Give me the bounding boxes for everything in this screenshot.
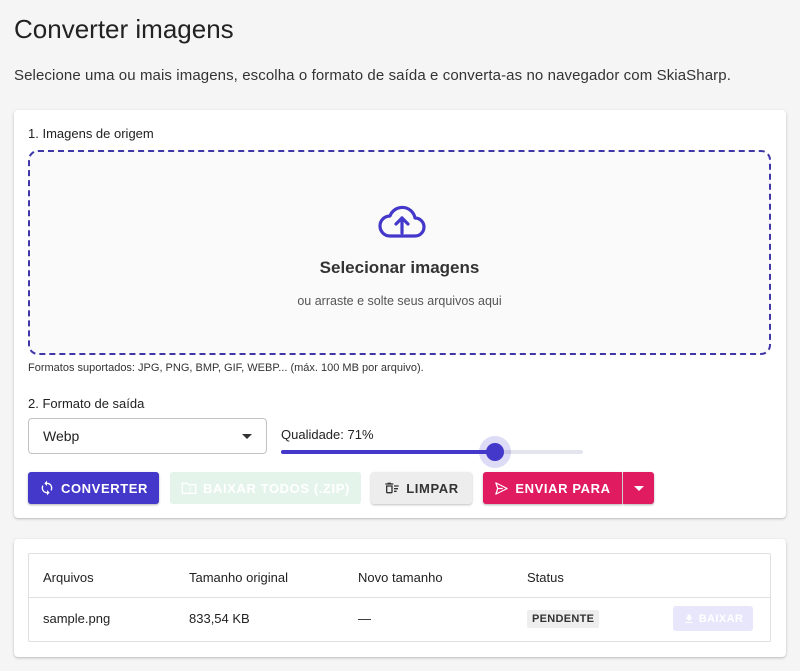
send-to-button[interactable]: ENVIAR PARA [483,472,622,504]
files-card: Arquivos Tamanho original Novo tamanho S… [14,539,786,657]
output-section-label: 2. Formato de saída [28,396,145,411]
converter-card: 1. Imagens de origem Selecionar imagens … [14,110,786,518]
output-format-select[interactable]: Webp [28,418,267,454]
file-name-cell: sample.png [43,611,111,626]
supported-formats-note: Formatos suportados: JPG, PNG, BMP, GIF,… [28,362,424,374]
dropzone-hint: ou arraste e solte seus arquivos aqui [297,294,502,308]
quality-label: Qualidade: 71% [281,427,374,442]
slider-thumb[interactable] [486,443,505,461]
slider-fill [281,450,496,454]
download-zip-button[interactable]: BAIXAR TODOS (.ZIP) [170,472,361,504]
column-header-original-size: Tamanho original [189,570,289,585]
folder-zip-icon [181,482,197,494]
page-title: Converter imagens [14,14,234,44]
column-header-new-size: Novo tamanho [358,570,443,585]
image-dropzone[interactable]: Selecionar imagens ou arraste e solte se… [28,150,771,355]
page-subtitle: Selecione uma ou mais imagens, escolha o… [14,67,731,84]
new-size-cell: — [358,611,371,626]
download-file-button[interactable]: BAIXAR [673,606,753,631]
row-divider [29,597,770,598]
download-file-label: BAIXAR [698,612,744,625]
original-size-cell: 833,54 KB [189,611,250,626]
dropzone-title: Selecionar imagens [319,258,480,277]
output-format-value: Webp [43,428,80,444]
download-zip-label: BAIXAR TODOS (.ZIP) [203,480,350,496]
files-table: Arquivos Tamanho original Novo tamanho S… [28,553,771,642]
send-icon [495,481,509,495]
send-to-label: ENVIAR PARA [515,480,611,496]
quality-slider[interactable] [281,443,583,461]
clear-label: LIMPAR [406,480,459,496]
status-badge: PENDENTE [527,610,600,628]
send-to-menu-toggle[interactable] [623,472,654,504]
clear-button[interactable]: LIMPAR [371,472,472,504]
sync-icon [41,480,53,496]
column-header-files: Arquivos [43,570,94,585]
convert-button[interactable]: CONVERTER [28,472,159,504]
download-icon [685,614,693,623]
caret-down-icon [242,434,252,439]
delete-sweep-icon [385,482,399,494]
source-section-label: 1. Imagens de origem [28,126,154,141]
caret-down-icon [633,485,644,491]
converter-page: Converter imagens Selecione uma ou mais … [0,0,800,671]
cloud-upload-icon [378,205,426,238]
column-header-status: Status [527,570,564,585]
convert-label: CONVERTER [60,480,149,496]
